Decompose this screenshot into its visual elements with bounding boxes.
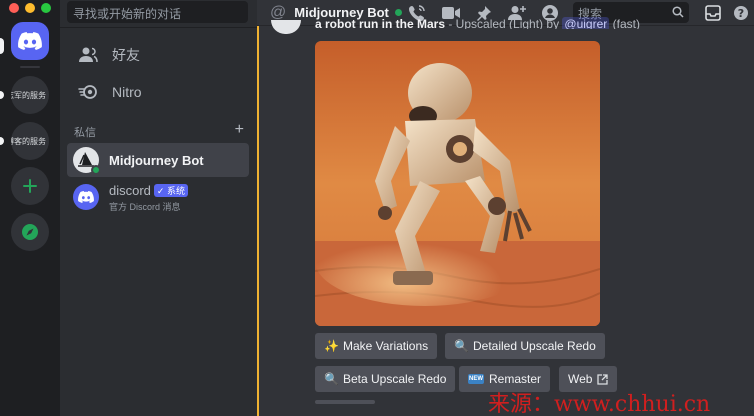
speed-info: (fast) [609,17,640,29]
next-message-hint [315,400,375,404]
magnifier-icon: 🔍 [454,339,469,353]
window-controls [9,3,51,13]
nitro-icon [78,85,97,99]
server-zhijun[interactable]: 志军的服务 [11,76,49,114]
nav-label: 好友 [112,47,140,63]
add-server-button[interactable] [11,167,49,205]
avatar [73,184,99,210]
button-label: Make Variations [343,339,429,353]
unread-pill [0,137,4,145]
close-window-button[interactable] [9,3,19,13]
dm-name: Midjourney Bot [109,152,204,168]
dm-name: discord [109,182,151,198]
source-watermark: 来源：www.chhui.cn [488,392,711,416]
button-label: Remaster [489,372,542,386]
section-title: 私信 [74,127,96,139]
online-status-icon [91,165,101,175]
help-button[interactable]: ? [731,3,751,23]
friends-icon [79,47,98,63]
dm-text: discord ✓ 系统 官方 Discord 消息 [109,182,188,213]
author-avatar[interactable] [271,20,301,34]
generated-image[interactable] [315,41,600,326]
server-label: 志军的服务 [11,90,46,100]
message-header: a robot run in the Mars - Upscaled (Ligh… [315,17,640,29]
create-dm-button[interactable]: + [235,122,244,140]
zoom-window-button[interactable] [41,3,51,13]
make-variations-button[interactable]: ✨ Make Variations [315,333,438,359]
upscale-info: - Upscaled (Light) by [445,17,563,29]
search-icon [672,6,684,18]
server-rail: 志军的服务 博客的服务 [0,0,60,416]
magic-wand-icon: ✨ [324,339,339,353]
system-badge: ✓ 系统 [153,183,188,197]
discord-logo-icon [18,32,42,50]
button-label: Detailed Upscale Redo [473,339,596,353]
button-label: Web [568,372,593,386]
svg-text:?: ? [738,7,744,20]
nav-friends[interactable]: 好友 [68,39,249,71]
rail-divider [20,66,40,68]
minimize-window-button[interactable] [25,3,35,13]
prompt-text: a robot run in the Mars [315,17,446,29]
new-tag-icon: NEW [468,374,484,384]
home-button[interactable] [11,22,49,60]
server-label: 博客的服务 [11,136,46,146]
detailed-upscale-redo-button[interactable]: 🔍 Detailed Upscale Redo [445,333,605,359]
compass-icon [22,224,38,240]
unread-pill [0,91,4,99]
online-status-icon [394,9,402,16]
robot-on-mars-image [315,41,600,326]
at-sign-icon: @ [270,3,287,21]
discord-logo-icon [78,191,94,203]
dm-section-header: 私信 + [74,122,244,140]
dm-sidebar: 寻找或开始新的对话 好友 Nitro 私信 + Midjourney Bot d… [60,0,257,416]
chat-area: @ Midjourney Bot 搜索 ? a robot run in the… [257,0,754,416]
help-icon: ? [734,6,748,20]
beta-upscale-redo-button[interactable]: 🔍 Beta Upscale Redo [315,366,456,392]
user-mention[interactable]: @uigrer [562,17,610,29]
inbox-button[interactable] [703,3,723,23]
plus-icon [23,179,37,193]
inbox-icon [705,5,721,21]
server-blog[interactable]: 博客的服务 [11,122,49,160]
nav-nitro[interactable]: Nitro [68,76,249,108]
explore-servers-button[interactable] [11,213,49,251]
find-conversation-input[interactable]: 寻找或开始新的对话 [67,1,248,23]
selected-server-pill [0,38,4,54]
dm-discord-system[interactable]: discord ✓ 系统 官方 Discord 消息 [67,180,249,214]
highlight-accent-bar [257,26,259,416]
nav-label: Nitro [112,84,142,100]
dm-midjourney-bot[interactable]: Midjourney Bot [67,143,249,177]
external-link-icon [597,373,609,385]
avatar [73,147,101,175]
divider [60,27,257,28]
magnifier-icon: 🔍 [324,372,339,386]
dm-subtitle: 官方 Discord 消息 [109,201,181,212]
button-label: Beta Upscale Redo [343,372,447,386]
